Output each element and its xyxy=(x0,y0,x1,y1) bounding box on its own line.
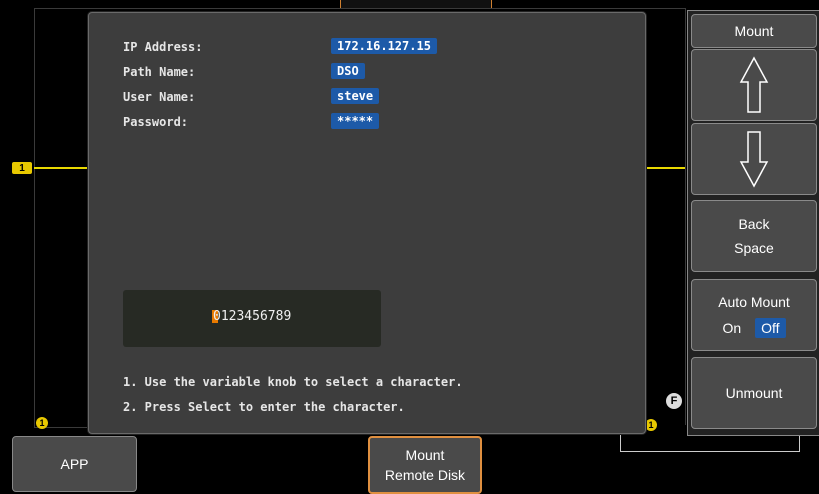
trigger-source-icon: 1 xyxy=(645,419,657,431)
cursor-up-button[interactable] xyxy=(691,49,817,121)
cursor-down-button[interactable] xyxy=(691,123,817,195)
mount-remote-disk-dialog: IP Address: 172.16.127.15 Path Name: DSO… xyxy=(88,12,646,434)
arrow-up-icon xyxy=(739,56,769,113)
back-space-label-2: Space xyxy=(734,240,774,256)
f-function-icon: F xyxy=(666,393,682,409)
mount-label: Mount xyxy=(405,447,445,463)
auto-mount-on: On xyxy=(722,320,742,336)
back-space-button[interactable]: Back Space xyxy=(691,200,817,272)
password-field[interactable]: ***** xyxy=(331,113,380,129)
auto-mount-toggle[interactable]: Auto Mount On Off xyxy=(691,279,817,351)
unmount-button[interactable]: Unmount xyxy=(691,357,817,429)
auto-mount-label: Auto Mount xyxy=(718,294,790,310)
back-space-label-1: Back xyxy=(738,216,770,232)
channel-1-level-marker: 1 xyxy=(12,162,32,174)
character-set: 0123456789 xyxy=(213,309,292,324)
character-selector[interactable]: 0123456789 xyxy=(123,290,381,347)
instruction-select: 2. Press Select to enter the character. xyxy=(123,400,405,414)
password-label: Password: xyxy=(123,115,189,129)
ip-address-label: IP Address: xyxy=(123,40,203,54)
path-name-field[interactable]: DSO xyxy=(331,63,365,79)
channel-1-trace xyxy=(34,167,90,169)
auto-mount-off: Off xyxy=(755,318,786,338)
mount-remote-disk-button[interactable]: Mount Remote Disk xyxy=(368,436,482,494)
auto-mount-options: On Off xyxy=(722,316,786,340)
side-menu-title: Mount xyxy=(691,14,817,48)
arrow-down-icon xyxy=(739,131,769,188)
path-name-label: Path Name: xyxy=(123,65,196,79)
channel-1-trace-right xyxy=(645,167,685,169)
app-button[interactable]: APP xyxy=(12,436,137,492)
user-name-field[interactable]: steve xyxy=(331,88,380,104)
channel-1-scale-icon: 1 xyxy=(36,417,48,429)
instruction-knob: 1. Use the variable knob to select a cha… xyxy=(123,375,463,389)
remote-disk-label: Remote Disk xyxy=(384,467,466,483)
ip-address-field[interactable]: 172.16.127.15 xyxy=(331,38,437,54)
user-name-label: User Name: xyxy=(123,90,196,104)
